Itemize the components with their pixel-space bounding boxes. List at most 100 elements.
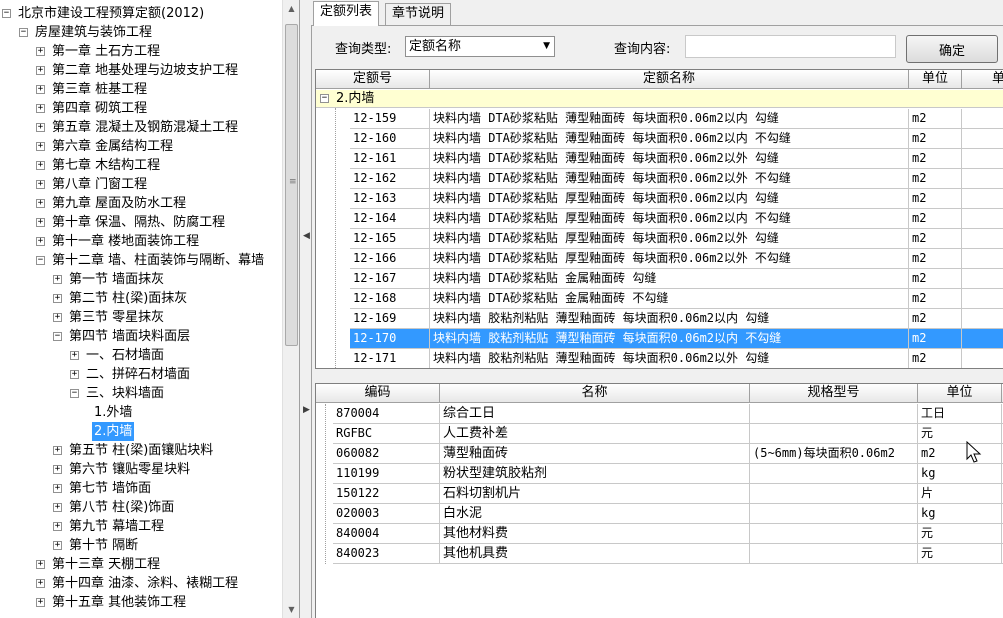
vertical-splitter[interactable]: ◀ ▶ <box>301 0 311 618</box>
tree-node-label: 一、石材墙面 <box>86 348 165 363</box>
table-row[interactable]: RGFBC人工费补差元1 <box>316 424 1003 444</box>
expand-icon[interactable]: + <box>53 313 62 322</box>
tree-node-label: 第二节 柱(梁)面抹灰 <box>69 291 188 306</box>
collapse-icon[interactable]: − <box>320 94 329 103</box>
quota-cell-name: 块料内墙 DTA砂浆粘贴 厚型釉面砖 每块面积0.06m2以外 不勾缝 <box>430 249 909 269</box>
col-header-mat-code[interactable]: 编码 <box>316 384 440 403</box>
tree-node-label: 第十四章 油漆、涂料、裱糊工程 <box>52 576 239 591</box>
quota-cell-extra <box>962 329 1003 349</box>
expand-icon[interactable]: + <box>36 66 45 75</box>
table-row[interactable]: 870004综合工日工日0 <box>316 404 1003 424</box>
group-row[interactable]: − 2.内墙 <box>316 90 1003 108</box>
tree-node-label: 第九章 屋面及防水工程 <box>52 196 187 211</box>
ok-button[interactable]: 确定 <box>906 35 998 63</box>
collapse-icon[interactable]: − <box>53 332 62 341</box>
expand-icon[interactable]: + <box>36 47 45 56</box>
material-cell-spec: (5~6mm)每块面积0.06m2 <box>750 444 918 464</box>
table-row[interactable]: 12-170 块料内墙 胶粘剂粘贴 薄型釉面砖 每块面积0.06m2以内 不勾缝 m… <box>316 329 1003 349</box>
collapse-icon[interactable]: − <box>36 256 45 265</box>
collapse-left-icon[interactable]: ◀ <box>303 231 310 241</box>
expand-icon[interactable]: + <box>53 484 62 493</box>
quota-cell-extra <box>962 169 1003 189</box>
table-row[interactable]: 12-166 块料内墙 DTA砂浆粘贴 厚型釉面砖 每块面积0.06m2以外 不勾… <box>316 249 1003 269</box>
tree-scrollbar[interactable]: ▲ ≡ ▼ <box>282 0 299 618</box>
expand-icon[interactable]: + <box>36 123 45 132</box>
quota-cell-code: 12-162 <box>350 169 430 189</box>
quota-cell-unit: m2 <box>909 349 962 368</box>
scroll-up-arrow-icon[interactable]: ▲ <box>283 0 299 17</box>
expand-icon[interactable]: + <box>36 598 45 607</box>
table-row[interactable]: 020003白水泥kg0 <box>316 504 1003 524</box>
table-row[interactable]: 12-168 块料内墙 DTA砂浆粘贴 金属釉面砖 不勾缝 m2 <box>316 289 1003 309</box>
expand-icon[interactable]: + <box>53 465 62 474</box>
expand-icon[interactable]: + <box>53 294 62 303</box>
expand-icon[interactable]: + <box>36 85 45 94</box>
expand-icon[interactable]: + <box>53 446 62 455</box>
expand-icon[interactable]: + <box>53 522 62 531</box>
expand-icon[interactable]: + <box>70 370 79 379</box>
expand-icon[interactable]: + <box>36 180 45 189</box>
table-row[interactable]: 12-159 块料内墙 DTA砂浆粘贴 薄型釉面砖 每块面积0.06m2以内 勾缝… <box>316 109 1003 129</box>
table-row[interactable]: 12-164 块料内墙 DTA砂浆粘贴 厚型釉面砖 每块面积0.06m2以内 不勾… <box>316 209 1003 229</box>
tree-node-label: 第十五章 其他装饰工程 <box>52 595 187 610</box>
col-header-mat-name[interactable]: 名称 <box>440 384 750 403</box>
material-table: 编码 名称 规格型号 单位 870004综合工日工日0RGFBC人工费补差元10… <box>315 383 1003 618</box>
quota-cell-code: 12-159 <box>350 109 430 129</box>
expand-icon[interactable]: + <box>36 560 45 569</box>
tab-quota-list[interactable]: 定额列表 <box>313 1 380 26</box>
query-content-input[interactable] <box>685 35 896 58</box>
expand-icon[interactable]: + <box>36 199 45 208</box>
query-type-select[interactable]: 定额名称 ▼ <box>405 36 555 57</box>
expand-icon[interactable]: + <box>36 142 45 151</box>
tree-node-label: 1.外墙 <box>94 405 133 420</box>
table-row[interactable]: 12-161 块料内墙 DTA砂浆粘贴 薄型釉面砖 每块面积0.06m2以外 勾缝… <box>316 149 1003 169</box>
table-row[interactable]: 150122石料切割机片片0 <box>316 484 1003 504</box>
collapse-icon[interactable]: − <box>70 389 79 398</box>
table-row[interactable]: 12-163 块料内墙 DTA砂浆粘贴 厚型釉面砖 每块面积0.06m2以内 勾缝… <box>316 189 1003 209</box>
collapse-icon[interactable]: − <box>2 9 11 18</box>
expand-icon[interactable]: + <box>53 503 62 512</box>
expand-icon[interactable]: + <box>70 351 79 360</box>
col-header-mat-unit[interactable]: 单位 <box>918 384 1002 403</box>
col-header-extra[interactable]: 单 <box>962 70 1003 89</box>
expand-icon[interactable]: + <box>36 218 45 227</box>
table-row[interactable]: 12-160 块料内墙 DTA砂浆粘贴 薄型釉面砖 每块面积0.06m2以内 不勾… <box>316 129 1003 149</box>
scroll-down-arrow-icon[interactable]: ▼ <box>283 601 299 618</box>
quota-cell-unit: m2 <box>909 169 962 189</box>
material-cell-spec <box>750 544 918 564</box>
expand-icon[interactable]: + <box>53 541 62 550</box>
table-row[interactable]: 060082薄型釉面砖(5~6mm)每块面积0.06m2m21 <box>316 444 1003 464</box>
table-row[interactable]: 12-165 块料内墙 DTA砂浆粘贴 厚型釉面砖 每块面积0.06m2以外 勾缝… <box>316 229 1003 249</box>
horizontal-splitter[interactable] <box>312 375 1003 383</box>
quota-table: 定额号 定额名称 单位 单 − 2.内墙 12-159块料内墙 DTA砂浆粘贴 … <box>315 69 1003 369</box>
expand-icon[interactable]: + <box>36 104 45 113</box>
collapse-icon[interactable]: − <box>19 28 28 37</box>
table-row[interactable]: 840004其他材料费元1 <box>316 524 1003 544</box>
material-cell-name: 白水泥 <box>440 504 750 524</box>
table-row[interactable]: 12-167 块料内墙 DTA砂浆粘贴 金属釉面砖 勾缝 m2 <box>316 269 1003 289</box>
expand-icon[interactable]: + <box>36 161 45 170</box>
table-row[interactable]: 12-171 块料内墙 胶粘剂粘贴 薄型釉面砖 每块面积0.06m2以外 勾缝 m2 <box>316 349 1003 368</box>
right-pane: 定额列表 章节说明 查询类型: 定额名称 ▼ 查询内容: 确定 定额号 定额名称… <box>311 0 1003 618</box>
material-cell-unit: 片 <box>918 484 1002 504</box>
table-row[interactable]: 12-162 块料内墙 DTA砂浆粘贴 薄型釉面砖 每块面积0.06m2以外 不勾… <box>316 169 1003 189</box>
table-row[interactable]: 12-169 块料内墙 胶粘剂粘贴 薄型釉面砖 每块面积0.06m2以内 勾缝 m2 <box>316 309 1003 329</box>
table-row[interactable]: 110199粉状型建筑胶粘剂kg5 <box>316 464 1003 484</box>
tree-scroll-thumb[interactable]: ≡ <box>285 24 298 346</box>
tab-chapter-notes[interactable]: 章节说明 <box>385 3 452 25</box>
material-cell-spec <box>750 424 918 444</box>
col-header-name[interactable]: 定额名称 <box>430 70 909 89</box>
expand-icon[interactable]: + <box>36 579 45 588</box>
expand-icon[interactable]: + <box>53 275 62 284</box>
col-header-unit[interactable]: 单位 <box>909 70 962 89</box>
col-header-code[interactable]: 定额号 <box>316 70 430 89</box>
material-cell-code: 110199 <box>333 464 440 484</box>
material-cell-unit: m2 <box>918 444 1002 464</box>
material-cell-spec <box>750 504 918 524</box>
tree-node-label: 2.内墙 <box>92 422 135 441</box>
col-header-spec[interactable]: 规格型号 <box>750 384 918 403</box>
expand-icon[interactable]: + <box>36 237 45 246</box>
expand-right-icon[interactable]: ▶ <box>303 405 310 415</box>
tree-node-label: 第七节 墙饰面 <box>69 481 152 496</box>
table-row[interactable]: 840023其他机具费元1 <box>316 544 1003 564</box>
